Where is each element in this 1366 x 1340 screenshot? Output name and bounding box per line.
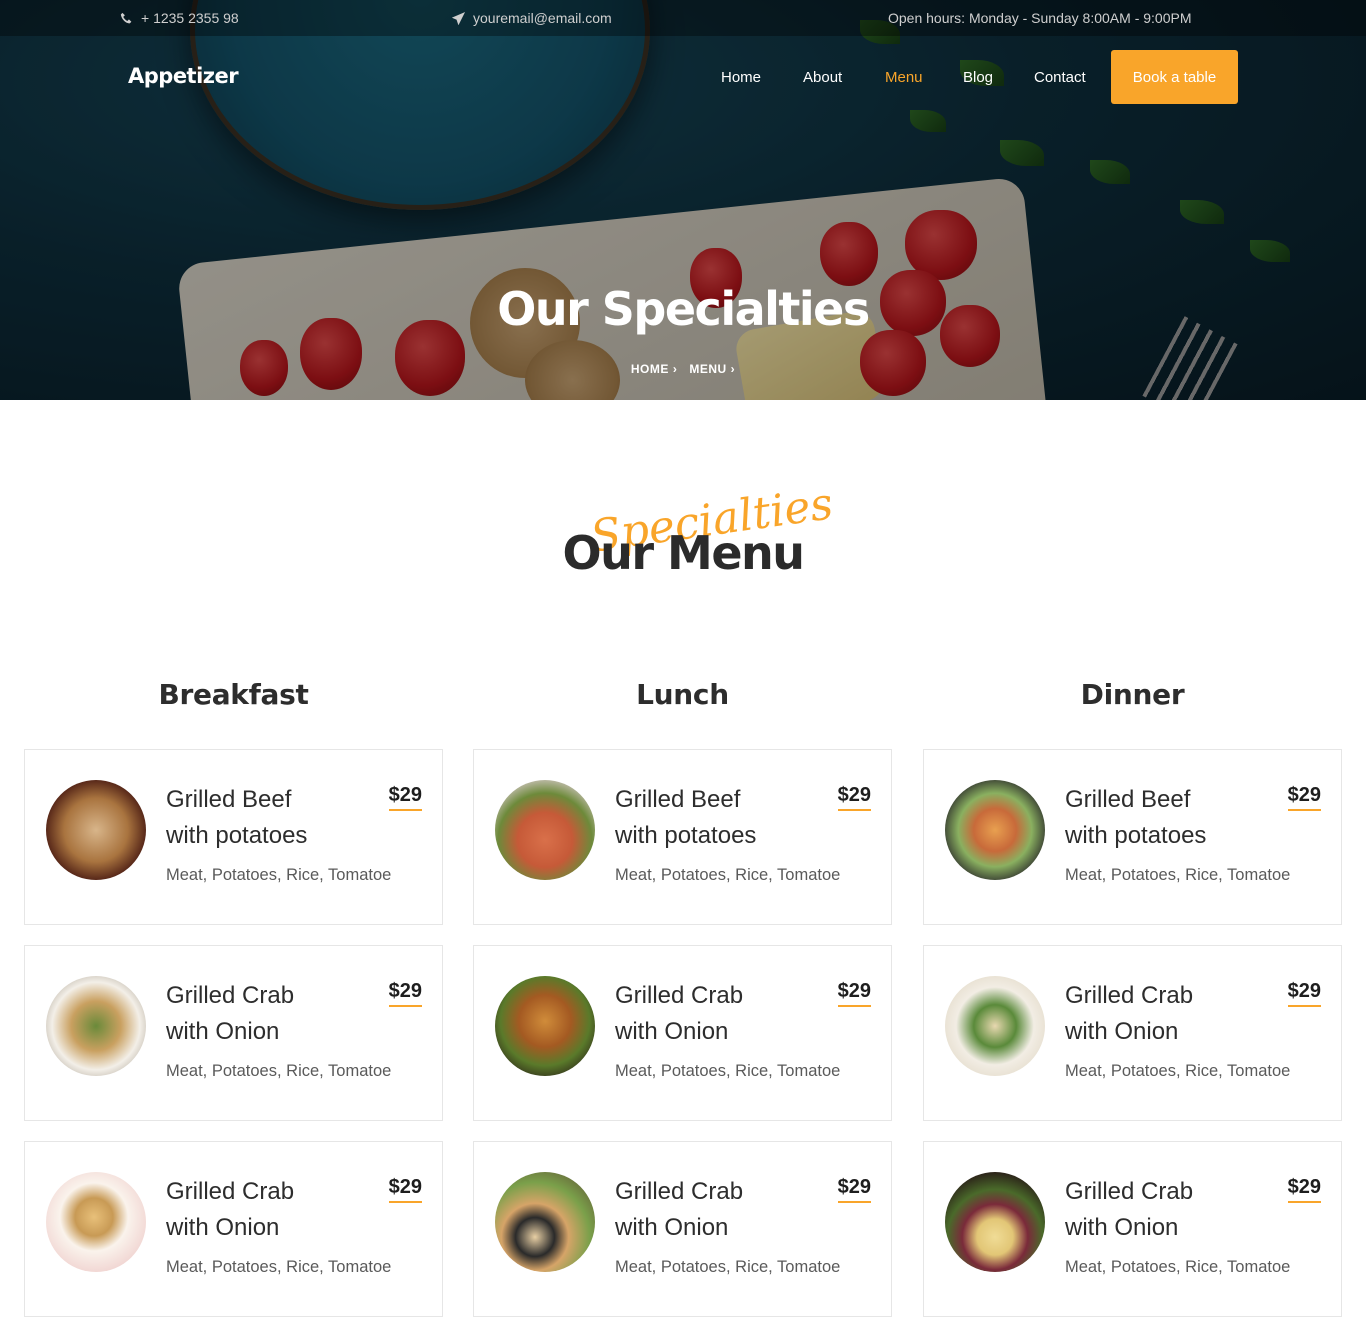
dish-name: Grilled Beef with potatoes (166, 782, 376, 854)
dish-ingredients: Meat, Potatoes, Rice, Tomatoe (615, 866, 841, 884)
dish-ingredients: Meat, Potatoes, Rice, Tomatoe (615, 1062, 841, 1080)
dish-photo (945, 780, 1045, 880)
dish-name: Grilled Beef with potatoes (1065, 782, 1275, 854)
dish-name-line1: Grilled Crab (615, 982, 744, 1009)
dish-photo (495, 780, 595, 880)
menu-item-card[interactable]: Grilled Crab with Onion $29 Meat, Potatoe… (473, 945, 892, 1121)
dish-price: $29 (388, 784, 422, 811)
dish-ingredients: Meat, Potatoes, Rice, Tomatoe (166, 1062, 392, 1080)
menu-item-card[interactable]: Grilled Beef with potatoes $29 Meat, Pota… (473, 749, 892, 925)
dish-price: $29 (1287, 784, 1321, 811)
menu-item-card[interactable]: Grilled Beef with potatoes $29 Meat, Pota… (923, 749, 1342, 925)
dish-name-line2: with potatoes (1065, 822, 1207, 849)
nav-about[interactable]: About (803, 69, 842, 86)
topbar-phone-text: + 1235 2355 98 (141, 10, 239, 26)
dish-name-line1: Grilled Beef (615, 786, 741, 813)
topbar-hours: Open hours: Monday - Sunday 8:00AM - 9:0… (888, 10, 1192, 26)
dish-name-line1: Grilled Crab (1065, 1178, 1194, 1205)
section-title: Our Menu (562, 526, 805, 580)
dish-name-line2: with Onion (1065, 1214, 1179, 1241)
dish-ingredients: Meat, Potatoes, Rice, Tomatoe (166, 1258, 392, 1276)
dish-name: Grilled Crab with Onion (615, 978, 825, 1050)
dish-price: $29 (837, 1176, 871, 1203)
nav-home[interactable]: Home (721, 69, 761, 86)
menu-item-card[interactable]: Grilled Crab with Onion $29 Meat, Potatoe… (923, 1141, 1342, 1317)
dish-name-line1: Grilled Beef (166, 786, 292, 813)
nav-menu[interactable]: Menu (885, 69, 923, 86)
dish-name: Grilled Crab with Onion (166, 978, 376, 1050)
dish-name-line1: Grilled Crab (166, 982, 295, 1009)
dish-name-line2: with potatoes (166, 822, 308, 849)
menu-item-card[interactable]: Grilled Crab with Onion $29 Meat, Potatoe… (24, 945, 443, 1121)
nav-contact[interactable]: Contact (1034, 69, 1086, 86)
dish-price: $29 (388, 980, 422, 1007)
menu-item-card[interactable]: Grilled Crab with Onion $29 Meat, Potatoe… (473, 1141, 892, 1317)
dish-price: $29 (1287, 1176, 1321, 1203)
dish-name-line1: Grilled Crab (1065, 982, 1194, 1009)
topbar-phone[interactable]: + 1235 2355 98 (120, 10, 239, 26)
menu-item-card[interactable]: Grilled Crab with Onion $29 Meat, Potatoe… (923, 945, 1342, 1121)
dish-name-line2: with Onion (615, 1018, 729, 1045)
dish-ingredients: Meat, Potatoes, Rice, Tomatoe (1065, 1258, 1291, 1276)
dish-name: Grilled Crab with Onion (615, 1174, 825, 1246)
dish-name: Grilled Crab with Onion (1065, 1174, 1275, 1246)
dish-name-line2: with Onion (1065, 1018, 1179, 1045)
phone-icon (120, 12, 132, 23)
dish-photo (945, 1172, 1045, 1272)
dish-name-line2: with Onion (166, 1018, 280, 1045)
topbar-email[interactable]: youremail@email.com (452, 10, 612, 26)
dish-name-line2: with potatoes (615, 822, 757, 849)
dish-ingredients: Meat, Potatoes, Rice, Tomatoe (615, 1258, 841, 1276)
column-title-lunch: Lunch (636, 678, 729, 711)
dish-photo (945, 976, 1045, 1076)
breadcrumb-menu: MENU › (689, 362, 735, 376)
dish-name: Grilled Beef with potatoes (615, 782, 825, 854)
dish-photo (46, 976, 146, 1076)
dish-photo (46, 780, 146, 880)
dish-ingredients: Meat, Potatoes, Rice, Tomatoe (1065, 866, 1291, 884)
dish-photo (495, 1172, 595, 1272)
dish-name: Grilled Crab with Onion (166, 1174, 376, 1246)
dish-price: $29 (837, 784, 871, 811)
chevron-right-icon: › (730, 362, 736, 376)
dish-price: $29 (837, 980, 871, 1007)
dish-name-line1: Grilled Beef (1065, 786, 1191, 813)
dish-photo (495, 976, 595, 1076)
dish-name-line2: with Onion (615, 1214, 729, 1241)
chevron-right-icon: › (672, 362, 678, 376)
dish-ingredients: Meat, Potatoes, Rice, Tomatoe (1065, 1062, 1291, 1080)
breadcrumb-home-label: HOME (630, 362, 669, 376)
breadcrumb: HOME › MENU › (0, 362, 1366, 376)
dish-price: $29 (388, 1176, 422, 1203)
dish-name: Grilled Crab with Onion (1065, 978, 1275, 1050)
menu-item-card[interactable]: Grilled Crab with Onion $29 Meat, Potatoe… (24, 1141, 443, 1317)
dish-photo (46, 1172, 146, 1272)
book-table-button[interactable]: Book a table (1111, 50, 1238, 104)
page-title: Our Specialties (497, 282, 870, 336)
menu-item-card[interactable]: Grilled Beef with potatoes $29 Meat, Pota… (24, 749, 443, 925)
breadcrumb-menu-label: MENU (689, 362, 727, 376)
topbar-email-text: youremail@email.com (473, 10, 612, 26)
column-title-dinner: Dinner (1080, 678, 1185, 711)
topbar-hours-text: Open hours: Monday - Sunday 8:00AM - 9:0… (888, 10, 1192, 26)
breadcrumb-home[interactable]: HOME › (631, 362, 678, 376)
dish-ingredients: Meat, Potatoes, Rice, Tomatoe (166, 866, 392, 884)
dish-name-line1: Grilled Crab (615, 1178, 744, 1205)
dish-name-line2: with Onion (166, 1214, 280, 1241)
paper-plane-icon (452, 11, 465, 25)
column-title-breakfast: Breakfast (158, 678, 309, 711)
nav-blog[interactable]: Blog (963, 69, 993, 86)
site-logo[interactable]: Appetizer (128, 64, 239, 88)
top-info-bar: + 1235 2355 98 youremail@email.com Open … (0, 0, 1366, 36)
dish-name-line1: Grilled Crab (166, 1178, 295, 1205)
dish-price: $29 (1287, 980, 1321, 1007)
